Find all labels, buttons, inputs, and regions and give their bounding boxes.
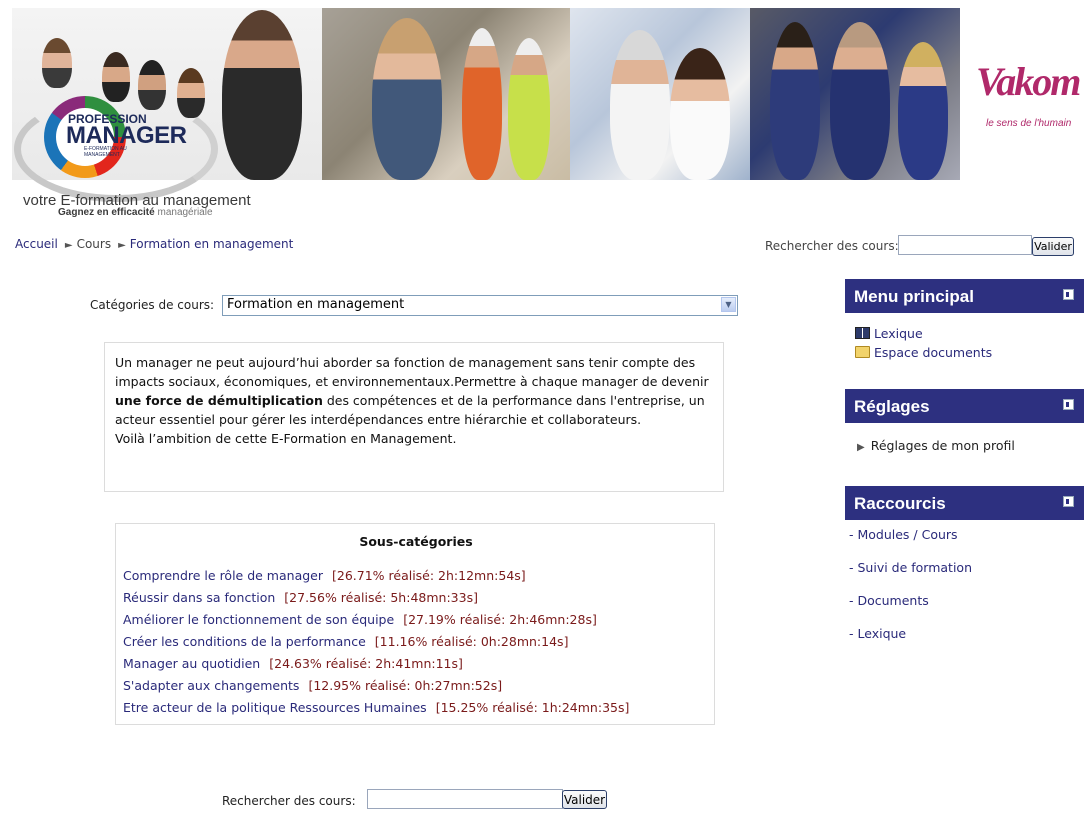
shortcut-link-documents[interactable]: Documents <box>857 593 928 608</box>
block-menu-principal-header: Menu principal <box>845 279 1084 313</box>
top-search-input[interactable] <box>898 235 1032 255</box>
subcategory-link[interactable]: Améliorer le fonctionnement de son équip… <box>123 612 394 627</box>
book-icon <box>855 327 870 339</box>
subcategory-progress: [11.16% réalisé: 0h:28mn:14s] <box>374 634 569 649</box>
bottom-search-label: Rechercher des cours: <box>222 794 356 808</box>
subcategory-progress: [24.63% réalisé: 2h:41mn:11s] <box>269 656 463 671</box>
folder-icon <box>855 346 870 358</box>
category-label: Catégories de cours: <box>90 298 215 312</box>
breadcrumb-separator-icon: ► <box>64 240 73 251</box>
category-select[interactable]: Formation en management ▼ <box>222 295 738 316</box>
breadcrumb-current-link[interactable]: Formation en management <box>130 237 294 251</box>
subcategory-row: Réussir dans sa fonction [27.56% réalisé:… <box>123 590 478 605</box>
block-title: Raccourcis <box>854 494 946 513</box>
top-search-label: Rechercher des cours: <box>765 239 899 253</box>
vakom-slogan: le sens de l'humain <box>986 118 1072 129</box>
bottom-search-input[interactable] <box>367 789 563 809</box>
subcategory-progress: [26.71% réalisé: 2h:12mn:54s] <box>332 568 526 583</box>
shortcut-item: - Documents <box>849 593 929 608</box>
breadcrumb: Accueil ► Cours ► Formation en management <box>15 237 293 251</box>
subcategory-row: Comprendre le rôle de manager [26.71% réa… <box>123 568 526 583</box>
menu-item-espace-documents[interactable]: Espace documents <box>855 345 992 360</box>
header-photo-workshop <box>750 8 960 180</box>
tagline-sub: Gagnez en efficacité managériale <box>58 207 213 218</box>
subcategory-link[interactable]: Créer les conditions de la performance <box>123 634 366 649</box>
shortcut-item: - Suivi de formation <box>849 560 973 575</box>
triangle-right-icon: ▶ <box>857 442 865 453</box>
menu-item-lexique[interactable]: Lexique <box>855 326 923 341</box>
shortcut-link-suivi[interactable]: Suivi de formation <box>857 560 972 575</box>
header-photo-lab <box>570 8 750 180</box>
site-header: PROFESSION MANAGER E-FORMATION AU MANAGE… <box>0 0 1092 225</box>
subcategory-link[interactable]: Etre acteur de la politique Ressources H… <box>123 700 427 715</box>
header-photo-workers <box>322 8 570 180</box>
subcategories-title: Sous-catégories <box>359 534 473 549</box>
description-highlight: une force de démultiplication <box>115 393 323 408</box>
logo-subtitle: E-FORMATION AU MANAGEMENT <box>84 146 127 158</box>
block-raccourcis-header: Raccourcis <box>845 486 1084 520</box>
block-title: Menu principal <box>854 287 974 306</box>
breadcrumb-home-link[interactable]: Accueil <box>15 237 58 251</box>
settings-item-profile[interactable]: ▶ Réglages de mon profil <box>857 438 1015 453</box>
subcategory-link[interactable]: S'adapter aux changements <box>123 678 299 693</box>
subcategory-row: Améliorer le fonctionnement de son équip… <box>123 612 597 627</box>
shortcut-item: - Lexique <box>849 626 907 641</box>
subcategory-progress: [27.19% réalisé: 2h:46mn:28s] <box>403 612 597 627</box>
shortcut-link-modules[interactable]: Modules / Cours <box>857 527 957 542</box>
subcategory-link[interactable]: Réussir dans sa fonction <box>123 590 275 605</box>
collapse-toggle-icon[interactable] <box>1063 399 1074 410</box>
bottom-search-submit-button[interactable]: Valider <box>562 790 607 809</box>
block-reglages-header: Réglages <box>845 389 1084 423</box>
subcategory-row: Créer les conditions de la performance [1… <box>123 634 568 649</box>
subcategory-progress: [27.56% réalisé: 5h:48mn:33s] <box>284 590 478 605</box>
subcategory-link[interactable]: Comprendre le rôle de manager <box>123 568 323 583</box>
chevron-down-icon[interactable]: ▼ <box>721 297 736 312</box>
subcategory-progress: [12.95% réalisé: 0h:27mn:52s] <box>308 678 503 693</box>
shortcut-item: - Modules / Cours <box>849 527 958 542</box>
subcategory-row: Manager au quotidien [24.63% réalisé: 2h:… <box>123 656 463 671</box>
subcategories-box: Sous-catégories Comprendre le rôle de ma… <box>115 523 715 725</box>
collapse-toggle-icon[interactable] <box>1063 496 1074 507</box>
subcategory-row: Etre acteur de la politique Ressources H… <box>123 700 629 715</box>
subcategory-row: S'adapter aux changements [12.95% réalisé… <box>123 678 502 693</box>
category-select-value: Formation en management <box>227 297 405 312</box>
subcategory-progress: [15.25% réalisé: 1h:24mn:35s] <box>435 700 630 715</box>
subcategory-link[interactable]: Manager au quotidien <box>123 656 260 671</box>
category-description: Un manager ne peut aujourd’hui aborder s… <box>104 342 724 492</box>
block-title: Réglages <box>854 397 930 416</box>
top-search-submit-button[interactable]: Valider <box>1032 237 1074 256</box>
breadcrumb-courses: Cours <box>76 237 112 251</box>
shortcut-link-lexique[interactable]: Lexique <box>857 626 906 641</box>
vakom-logo[interactable]: Vakom <box>976 58 1081 105</box>
collapse-toggle-icon[interactable] <box>1063 289 1074 300</box>
breadcrumb-separator-icon: ► <box>118 240 126 251</box>
